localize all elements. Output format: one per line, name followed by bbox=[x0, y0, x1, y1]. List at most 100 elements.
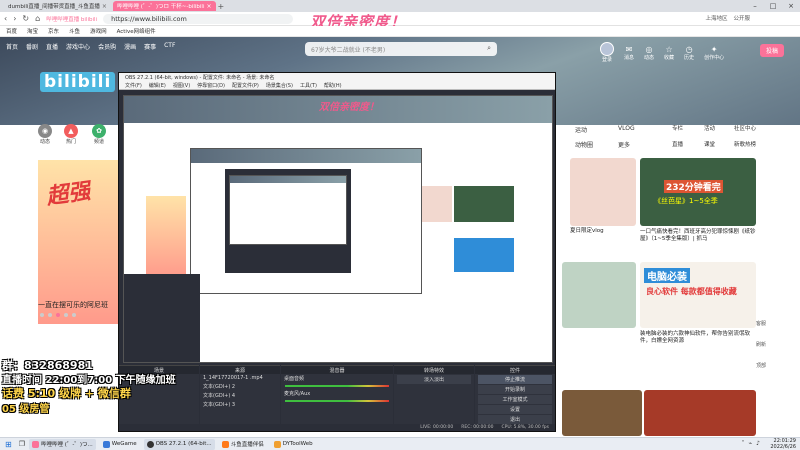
channel-dynamic[interactable]: ◉ 动态 bbox=[38, 124, 52, 145]
carousel-dot[interactable] bbox=[72, 313, 76, 317]
bili-logo[interactable]: bilibili bbox=[40, 72, 116, 92]
dynamic-entry[interactable]: ◎ 动态 bbox=[644, 45, 654, 61]
side-nav-item[interactable]: 专栏 bbox=[672, 124, 683, 132]
back-to-top-button[interactable]: 顶部 bbox=[756, 362, 766, 369]
search-icon[interactable]: ⌕ bbox=[487, 44, 491, 53]
settings-button[interactable]: 设置 bbox=[478, 405, 552, 414]
taskbar-app[interactable]: 斗鱼直播伴侣 bbox=[219, 439, 267, 450]
new-tab-icon[interactable]: + bbox=[218, 2, 225, 11]
close-icon[interactable]: × bbox=[206, 3, 211, 10]
side-nav-item[interactable]: 课堂 bbox=[704, 140, 715, 148]
channel-hot[interactable]: ▲ 热门 bbox=[64, 124, 78, 145]
bookmark-item[interactable]: 淘宝 bbox=[27, 27, 38, 35]
video-card-thumb[interactable]: 232分钟看完 《丝芭星》1~5全季 bbox=[640, 158, 756, 226]
login-entry[interactable]: 登录 bbox=[600, 42, 614, 63]
video-card-title[interactable]: 一口气痛快看完！西班牙高分犯罪惊悚剧《纸钞屋》（1~5季全集版）| 抓马 bbox=[640, 229, 756, 243]
audio-meter[interactable] bbox=[285, 385, 389, 387]
video-card-thumb[interactable] bbox=[562, 262, 636, 328]
carousel-dot[interactable] bbox=[48, 313, 52, 317]
creator-entry[interactable]: ✦ 创作中心 bbox=[704, 45, 724, 61]
channel-channel[interactable]: ✿ 频道 bbox=[92, 124, 106, 145]
video-card-title[interactable]: 装电脑必装的六款神仙软件，帮你告别流氓软件，白嫖全网资源 bbox=[640, 331, 756, 345]
side-nav-item[interactable]: 直播 bbox=[672, 140, 683, 148]
side-nav-item[interactable]: 新歌热榜 bbox=[734, 140, 756, 148]
promo-caption[interactable]: 一直在摆可乐的阿尼班 bbox=[38, 300, 108, 310]
url-input[interactable]: https://www.bilibili.com bbox=[103, 13, 294, 24]
nav-item[interactable]: 赛事 bbox=[144, 42, 156, 51]
taskbar-app[interactable]: 哔哩哔哩 (゜-゜)つ... bbox=[28, 438, 96, 450]
tab-animal[interactable]: 动物圈 bbox=[575, 140, 593, 149]
source-item[interactable]: 文本(GDI+) 3 bbox=[200, 400, 280, 409]
home-icon[interactable]: ⌂ bbox=[35, 14, 40, 23]
windows-start-icon[interactable]: ⊞ bbox=[2, 440, 15, 449]
favorites-entry[interactable]: ☆ 收藏 bbox=[664, 45, 674, 61]
nav-item[interactable]: 番剧 bbox=[26, 42, 38, 51]
menu-item[interactable]: 工具(T) bbox=[300, 82, 317, 89]
menu-item[interactable]: 视图(V) bbox=[173, 82, 190, 89]
taskview-icon[interactable]: ❐ bbox=[19, 440, 25, 448]
menu-item[interactable]: 文件(F) bbox=[125, 82, 142, 89]
taskbar-app[interactable]: DYToolWeb bbox=[271, 439, 316, 450]
carousel-dot[interactable] bbox=[40, 313, 44, 317]
carousel-dot[interactable] bbox=[56, 313, 60, 317]
nav-item[interactable]: 直播 bbox=[46, 42, 58, 51]
maximize-icon[interactable]: □ bbox=[764, 0, 782, 12]
menu-item[interactable]: 编辑(E) bbox=[149, 82, 166, 89]
bookmark-item[interactable]: 百度 bbox=[6, 27, 17, 35]
transition-select[interactable]: 淡入淡出 bbox=[397, 375, 471, 384]
back-icon[interactable]: ‹ bbox=[4, 14, 7, 23]
taskbar-app[interactable]: WeGame bbox=[100, 439, 140, 450]
menu-item[interactable]: 场景集合(S) bbox=[266, 82, 293, 89]
stop-stream-button[interactable]: 停止推流 bbox=[478, 375, 552, 384]
close-icon[interactable]: × bbox=[102, 3, 107, 10]
side-nav-item[interactable]: 社区中心 bbox=[734, 124, 756, 132]
chevron-up-icon[interactable]: ˄ bbox=[742, 440, 745, 447]
nav-item[interactable]: 首页 bbox=[6, 42, 18, 51]
tab-sport[interactable]: 运动 bbox=[575, 125, 587, 134]
audio-meter[interactable] bbox=[285, 400, 389, 402]
tab-more[interactable]: 更多 bbox=[618, 140, 630, 149]
nav-item[interactable]: 会员购 bbox=[98, 42, 116, 51]
bookmark-item[interactable]: 游戏网 bbox=[90, 27, 107, 35]
network-icon[interactable]: ⌁ bbox=[749, 440, 753, 447]
taskbar-clock[interactable]: 22:01:29 2022/6/26 bbox=[770, 438, 796, 450]
nav-item[interactable]: CTF bbox=[164, 42, 175, 51]
start-record-button[interactable]: 开始录制 bbox=[478, 385, 552, 394]
side-nav-item[interactable]: 活动 bbox=[704, 124, 715, 132]
bookmark-item[interactable]: Active网络组件 bbox=[117, 27, 156, 35]
video-card-thumb[interactable] bbox=[562, 390, 642, 436]
video-card-thumb[interactable] bbox=[644, 390, 756, 436]
bookmark-item[interactable]: 京东 bbox=[48, 27, 59, 35]
browser-tab-active[interactable]: 哔哩哔哩 (゜-゜)つロ 干杯~-bilibili × bbox=[112, 1, 216, 11]
exit-button[interactable]: 退出 bbox=[478, 415, 552, 424]
customer-service-button[interactable]: 客服 bbox=[756, 320, 766, 327]
close-window-icon[interactable]: × bbox=[782, 0, 800, 12]
source-item[interactable]: 文本(GDI+) 4 bbox=[200, 391, 280, 400]
video-card-thumb[interactable] bbox=[570, 158, 636, 226]
search-input[interactable]: 67岁大爷二战就业 (不老男) ⌕ bbox=[305, 42, 497, 56]
source-item[interactable]: 文本(GDI+) 2 bbox=[200, 382, 280, 391]
minimize-icon[interactable]: – bbox=[746, 0, 764, 12]
studio-mode-button[interactable]: 工作室模式 bbox=[478, 395, 552, 404]
nav-item[interactable]: 游戏中心 bbox=[66, 42, 90, 51]
menu-item[interactable]: 停靠窗口(D) bbox=[197, 82, 225, 89]
forward-icon[interactable]: › bbox=[13, 14, 16, 23]
menu-item[interactable]: 帮助(H) bbox=[324, 82, 342, 89]
history-entry[interactable]: ◷ 历史 bbox=[684, 45, 694, 61]
obs-preview[interactable]: 双倍亲密度！ bbox=[123, 95, 553, 363]
source-item[interactable]: 1_14F17720017-1 .mp4 bbox=[200, 374, 280, 382]
menu-item[interactable]: 配置文件(P) bbox=[232, 82, 259, 89]
volume-icon[interactable]: ♪ bbox=[756, 440, 760, 447]
video-card-title[interactable]: 夏日限定vlog bbox=[570, 228, 604, 235]
tab-vlog[interactable]: VLOG bbox=[618, 125, 635, 132]
message-entry[interactable]: ✉ 消息 bbox=[624, 45, 634, 61]
refresh-button[interactable]: 刷新 bbox=[756, 341, 766, 348]
upload-button[interactable]: 投稿 bbox=[760, 44, 785, 57]
taskbar-app[interactable]: OBS 27.2.1 (64-bit... bbox=[143, 438, 215, 450]
carousel-dot[interactable] bbox=[64, 313, 68, 317]
bookmark-item[interactable]: 斗鱼 bbox=[69, 27, 80, 35]
browser-tab[interactable]: dumbili直播_间播带货直播_斗鱼直播 × bbox=[4, 1, 111, 11]
refresh-icon[interactable]: ↻ bbox=[22, 14, 29, 23]
nav-item[interactable]: 漫画 bbox=[124, 42, 136, 51]
video-card-thumb[interactable]: 电脑必装 良心软件 每款都值得收藏 bbox=[640, 262, 756, 328]
